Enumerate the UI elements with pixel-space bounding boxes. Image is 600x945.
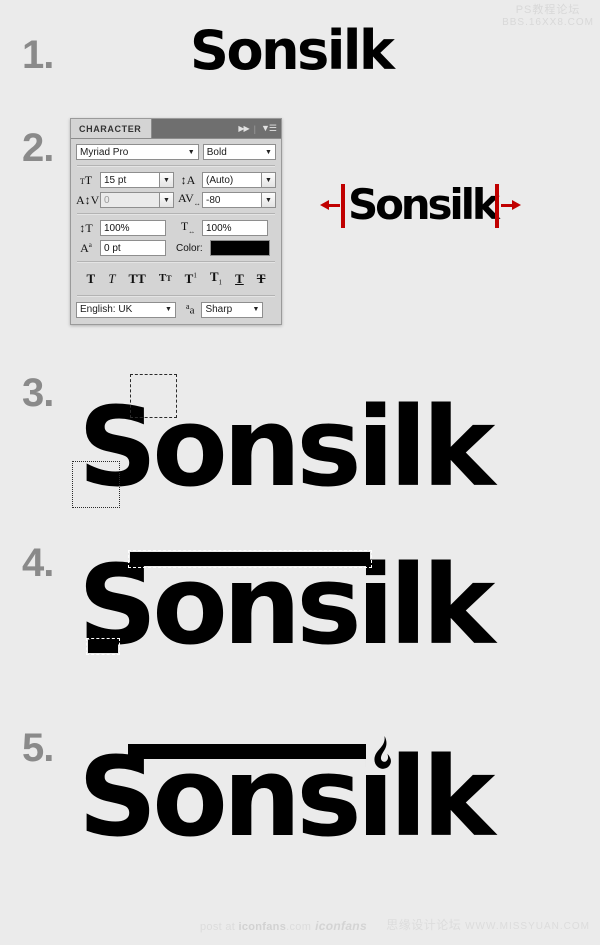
character-panel-body: Myriad Pro ▼ Bold ▼ TT 15 pt ▼ ↕A (Auto) [71, 139, 281, 324]
font-style-select[interactable]: Bold ▼ [202, 144, 276, 160]
color-label: Color: [176, 242, 203, 254]
chevron-down-icon[interactable]: ▼ [184, 145, 198, 159]
tabbar-spacer [152, 119, 238, 138]
tracking-arrow-right [501, 200, 521, 210]
watermark-post-prefix: post at [200, 921, 239, 933]
anti-alias-select[interactable]: Sharp ▼ [201, 301, 264, 318]
divider [77, 294, 275, 297]
step-number-4: 4. [22, 541, 54, 585]
step-number-2: 2. [22, 126, 54, 170]
step-number-1: 1. [22, 33, 54, 77]
chevron-down-icon[interactable]: ▼ [261, 193, 275, 207]
chevron-down-icon[interactable]: ▼ [162, 302, 175, 317]
language-aa-row: English: UK ▼ aa Sharp ▼ [76, 301, 276, 318]
horizontal-scale-icon: T↔ [180, 219, 196, 236]
divider [77, 213, 275, 215]
font-style-value: Bold [206, 146, 227, 158]
character-panel[interactable]: CHARACTER ▶▶ | ▼☰ Myriad Pro ▼ Bold ▼ TT… [70, 118, 282, 325]
tab-character[interactable]: CHARACTER [71, 119, 153, 138]
chevron-down-icon[interactable]: ▼ [159, 193, 173, 207]
kerning-field[interactable]: 0 ▼ [100, 192, 174, 208]
strikethrough-button[interactable]: T [257, 272, 266, 285]
stroke-selection-marquee[interactable] [128, 550, 372, 568]
leading-value: (Auto) [206, 174, 234, 186]
vertical-scale-field[interactable]: 100% [100, 220, 166, 236]
step1-wordmark: Sonsilk [190, 19, 395, 82]
tracking-bar-left [341, 184, 345, 228]
font-size-value: 15 pt [104, 174, 127, 186]
panel-header-icons: ▶▶ | ▼☰ [238, 119, 281, 138]
watermark-iconfans: post at iconfans.com iconfans [200, 919, 367, 933]
flame-icon [374, 736, 391, 769]
faux-bold-button[interactable]: T [87, 272, 96, 285]
small-caps-button[interactable]: TT [159, 272, 172, 284]
font-family-select[interactable]: Myriad Pro ▼ [76, 144, 199, 160]
selection-marquee-top[interactable] [130, 374, 177, 418]
vertical-scale-icon: ↕T [79, 221, 93, 235]
divider [77, 261, 275, 263]
language-value: English: UK [80, 304, 133, 316]
tracking-icon: AV↔ [178, 191, 201, 208]
all-caps-button[interactable]: TT [129, 272, 146, 285]
divider [77, 165, 275, 167]
baseline-shift-field[interactable]: 0 pt [100, 240, 166, 256]
watermark-top-line2: BBS.16XX8.COM [502, 16, 594, 28]
iconfans-logo: iconfans [315, 919, 367, 933]
horizontal-scale-field[interactable]: 100% [202, 220, 268, 236]
watermark-missyuan-url: WWW.MISSYUAN.COM [465, 921, 590, 932]
watermark-iconfans-name: iconfans [238, 921, 287, 933]
language-select[interactable]: English: UK ▼ [76, 301, 176, 318]
kerning-icon: A↕V [76, 193, 100, 207]
size-leading-row: TT 15 pt ▼ ↕A (Auto) ▼ [76, 172, 276, 188]
faux-italic-button[interactable]: T [108, 272, 115, 285]
step-number-5: 5. [22, 726, 54, 770]
chevron-down-icon[interactable]: ▼ [159, 173, 173, 187]
step-number-3: 3. [22, 371, 54, 415]
double-arrow-icon[interactable]: ▶▶ [238, 124, 249, 133]
chevron-down-icon[interactable]: ▼ [249, 302, 263, 317]
watermark-top: PS教程论坛 BBS.16XX8.COM [502, 4, 594, 28]
subscript-button[interactable]: T1 [210, 270, 222, 287]
font-size-icon: TT [79, 173, 93, 187]
watermark-top-line1: PS教程论坛 [515, 4, 581, 16]
font-size-field[interactable]: 15 pt ▼ [100, 172, 174, 188]
scale-row: ↕T 100% T↔ 100% [76, 220, 276, 236]
anti-alias-icon: aa [186, 302, 195, 317]
baseline-shift-icon: Aa [80, 241, 92, 255]
tracking-bar-right [495, 184, 499, 228]
divider: | [253, 123, 257, 134]
step2-wordmark: Sonsilk [348, 180, 500, 229]
tracking-field[interactable]: -80 ▼ [202, 192, 276, 208]
chevron-down-icon[interactable]: ▼ [262, 145, 275, 159]
text-color-swatch[interactable] [209, 240, 270, 256]
font-row: Myriad Pro ▼ Bold ▼ [76, 144, 276, 160]
leading-icon: ↕A [180, 173, 196, 187]
leading-field[interactable]: (Auto) ▼ [202, 172, 276, 188]
underline-button[interactable]: T [235, 272, 244, 285]
selection-marquee-bottom[interactable] [72, 461, 120, 508]
lower-stroke-marquee[interactable] [86, 638, 120, 655]
character-panel-tabbar: CHARACTER ▶▶ | ▼☰ [71, 119, 281, 139]
tutorial-canvas: PS教程论坛 BBS.16XX8.COM 1. Sonsilk 2. CHARA… [0, 0, 600, 945]
kerning-tracking-row: A↕V 0 ▼ AV↔ -80 ▼ [76, 192, 276, 208]
tracking-arrow-left [320, 200, 340, 210]
kerning-value: 0 [101, 193, 159, 207]
anti-alias-value: Sharp [205, 304, 233, 316]
type-style-buttons: T T TT TT T1 T1 T T [76, 268, 276, 290]
baseline-color-row: Aa 0 pt Color: [76, 240, 276, 256]
watermark-missyuan-name: 思缘设计论坛 [386, 918, 462, 932]
superscript-button[interactable]: T1 [185, 272, 197, 285]
watermark-iconfans-tld: .com [286, 921, 312, 933]
chevron-down-icon[interactable]: ▼ [261, 173, 275, 187]
panel-menu-icon[interactable]: ▼☰ [261, 123, 277, 134]
font-family-value: Myriad Pro [80, 146, 129, 158]
watermark-missyuan: 思缘设计论坛 WWW.MISSYUAN.COM [386, 916, 590, 933]
tracking-value: -80 [206, 194, 221, 206]
final-extended-stroke [128, 744, 378, 759]
